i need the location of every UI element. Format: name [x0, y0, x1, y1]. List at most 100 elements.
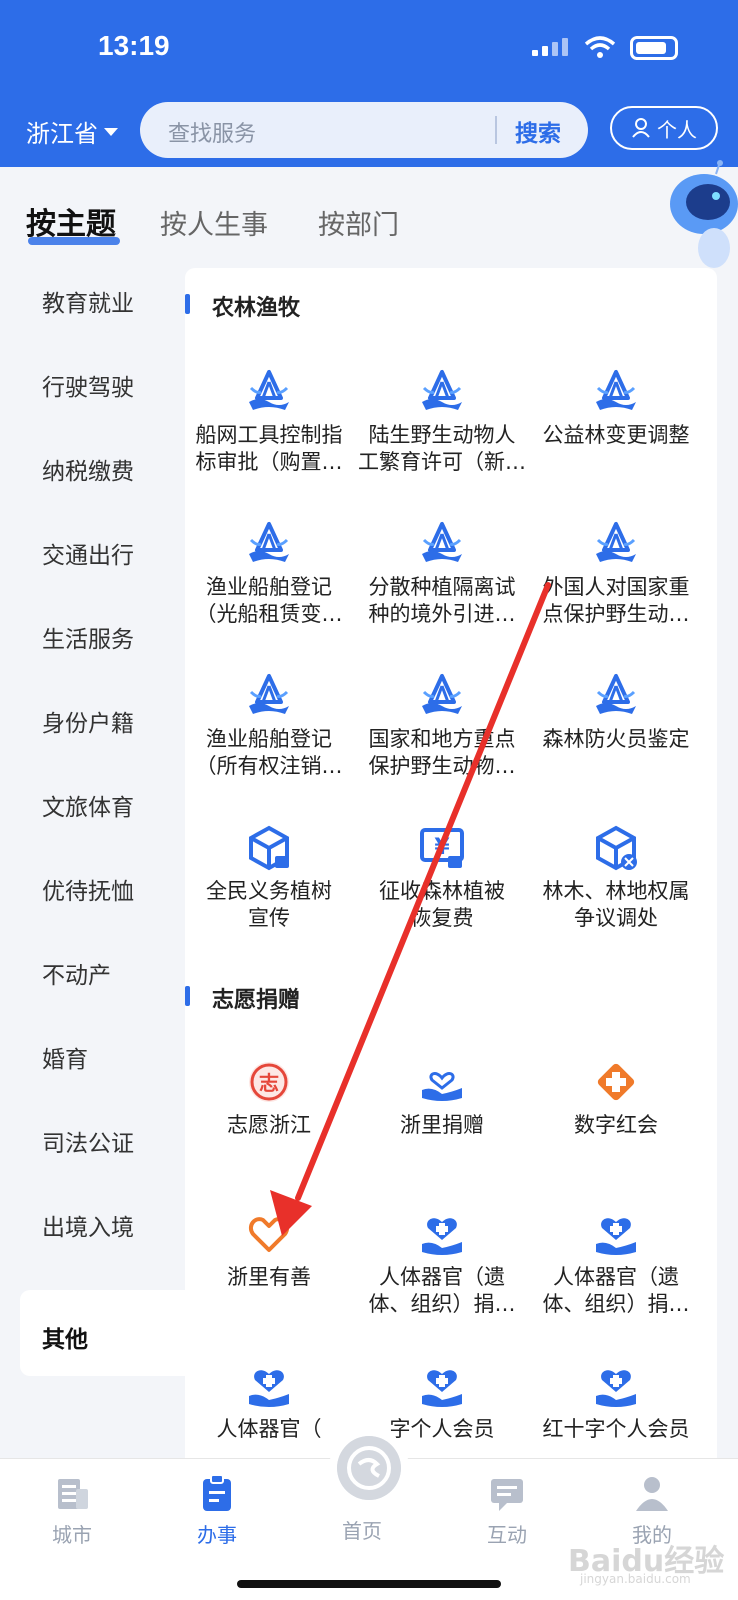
tab-by-department[interactable]: 按部门	[318, 203, 399, 242]
province-label: 浙江省	[26, 120, 98, 148]
water-mountain-icon	[418, 368, 466, 416]
service-label-line1: 志愿浙江	[227, 1113, 311, 1137]
section-title-agriculture: 农林渔牧	[212, 296, 301, 321]
water-mountain-icon	[592, 520, 640, 568]
user-outline-icon	[632, 118, 650, 138]
service-item[interactable]: 渔业船舶登记 （光船租赁变…	[180, 520, 358, 628]
service-label-line1: 人体器官（遗	[379, 1265, 505, 1289]
service-label-line2: 种的境外引进…	[368, 602, 516, 626]
service-label-line1: 渔业船舶登记	[206, 727, 332, 751]
service-label-line1: 浙里捐赠	[400, 1113, 484, 1137]
signal-icon	[532, 38, 568, 56]
home-indicator	[237, 1580, 501, 1588]
sidebar-item-life[interactable]: 生活服务	[42, 620, 134, 654]
sidebar-item-identity[interactable]: 身份户籍	[42, 704, 134, 738]
battery-icon	[630, 36, 678, 60]
service-label-line1: 公益林变更调整	[542, 423, 690, 447]
service-item[interactable]: 红十字个人会员	[527, 1362, 705, 1443]
service-label-line2: 工繁育许可（新…	[358, 450, 526, 474]
service-label-line2: 争议调处	[574, 906, 658, 930]
service-label-line2: 标审批（购置…	[195, 450, 343, 474]
service-label-line2: 体、组织）捐…	[368, 1292, 516, 1316]
service-label-line1: 陆生野生动物人	[368, 423, 516, 447]
sidebar-item-judicial[interactable]: 司法公证	[42, 1124, 134, 1158]
section-title-volunteer: 志愿捐赠	[212, 988, 301, 1013]
service-item[interactable]: 人体器官（遗 体、组织）捐…	[527, 1210, 705, 1318]
search-divider	[495, 116, 497, 144]
heart-hand-icon	[418, 1058, 466, 1106]
service-item[interactable]: 全民义务植树 宣传	[180, 824, 358, 932]
chat-icon	[491, 1479, 523, 1511]
sidebar-item-exit-entry[interactable]: 出境入境	[42, 1208, 134, 1242]
service-label-line1: 全民义务植树	[206, 879, 332, 903]
status-time: 13:19	[98, 30, 170, 61]
sidebar-item-driving[interactable]: 行驶驾驶	[42, 368, 134, 402]
service-item[interactable]: 陆生野生动物人 工繁育许可（新…	[353, 368, 531, 476]
nav-home[interactable]: 首页	[312, 1515, 412, 1544]
sidebar-item-marriage[interactable]: 婚育	[42, 1040, 88, 1074]
clipboard-icon	[203, 1474, 231, 1511]
service-item[interactable]: 人体器官（	[180, 1362, 358, 1443]
heart-cross-hand-icon	[592, 1362, 640, 1410]
search-button[interactable]: 搜索	[515, 114, 561, 148]
service-item[interactable]: 征收森林植被 恢复费	[353, 824, 531, 932]
red-cross-icon	[592, 1058, 640, 1106]
service-label-line1: 人体器官（遗	[553, 1265, 679, 1289]
service-label-line2: 宣传	[248, 906, 290, 930]
water-mountain-icon	[592, 672, 640, 720]
service-label-line2: 点保护野生动…	[542, 602, 690, 626]
city-icon	[58, 1479, 88, 1509]
search-input[interactable]: 查找服务 搜索	[140, 102, 588, 158]
nav-label: 首页	[342, 1519, 382, 1543]
service-label-line1: 森林防火员鉴定	[542, 727, 690, 751]
service-item[interactable]: 数字红会	[527, 1058, 705, 1139]
service-item[interactable]: 国家和地方重点 保护野生动物…	[353, 672, 531, 780]
service-label-line1: 浙里有善	[227, 1265, 311, 1289]
service-label-line1: 征收森林植被	[379, 879, 505, 903]
heart-cross-hand-icon	[418, 1362, 466, 1410]
water-mountain-icon	[245, 368, 293, 416]
service-item[interactable]: 外国人对国家重 点保护野生动…	[527, 520, 705, 628]
service-label-line2: 体、组织）捐…	[542, 1292, 690, 1316]
watermark-url: jingyan.baidu.com	[580, 1572, 691, 1586]
service-item[interactable]: 浙里捐赠	[353, 1058, 531, 1139]
sidebar-item-culture[interactable]: 文旅体育	[42, 788, 134, 822]
service-label-line1: 船网工具控制指	[195, 423, 343, 447]
service-label-line1: 外国人对国家重	[542, 575, 690, 599]
water-mountain-icon	[245, 672, 293, 720]
service-item[interactable]: 公益林变更调整	[527, 368, 705, 449]
service-item[interactable]: 人体器官（遗 体、组织）捐…	[353, 1210, 531, 1318]
service-item[interactable]: 森林防火员鉴定	[527, 672, 705, 753]
service-item[interactable]: 林木、林地权属 争议调处	[527, 824, 705, 932]
sidebar-item-education[interactable]: 教育就业	[42, 284, 134, 318]
tab-by-life-event[interactable]: 按人生事	[160, 203, 268, 242]
service-label-line2: 恢复费	[410, 906, 474, 930]
province-selector[interactable]: 浙江省	[26, 114, 118, 149]
nav-label: 互动	[487, 1523, 527, 1547]
sidebar-item-benefits[interactable]: 优待抚恤	[42, 872, 134, 906]
sidebar-item-realestate[interactable]: 不动产	[42, 956, 111, 990]
sidebar-item-tax[interactable]: 纳税缴费	[42, 452, 134, 486]
status-icons	[532, 36, 678, 60]
nav-interaction[interactable]: 互动	[457, 1473, 557, 1548]
home-logo-icon[interactable]	[337, 1436, 401, 1500]
section-bar	[185, 986, 190, 1006]
service-label-line1: 渔业船舶登记	[206, 575, 332, 599]
service-item[interactable]: 浙里有善	[180, 1210, 358, 1291]
wifi-icon	[584, 36, 616, 58]
sidebar-item-other[interactable]: 其他	[42, 1320, 88, 1354]
personal-label: 个人	[657, 117, 697, 142]
cube-icon	[245, 824, 293, 872]
personal-button[interactable]: 个人	[610, 106, 718, 150]
nav-services[interactable]: 办事	[167, 1473, 267, 1548]
heart-cross-hand-icon	[245, 1362, 293, 1410]
category-tabs: 按主题 按人生事 按部门	[0, 195, 738, 249]
water-mountain-icon	[418, 672, 466, 720]
service-item[interactable]: 船网工具控制指 标审批（购置…	[180, 368, 358, 476]
tab-by-theme[interactable]: 按主题	[26, 199, 116, 243]
sidebar-item-transport[interactable]: 交通出行	[42, 536, 134, 570]
nav-city[interactable]: 城市	[22, 1473, 122, 1548]
service-item[interactable]: 志愿浙江	[180, 1058, 358, 1139]
service-item[interactable]: 渔业船舶登记 （所有权注销…	[180, 672, 358, 780]
service-item[interactable]: 分散种植隔离试 种的境外引进…	[353, 520, 531, 628]
